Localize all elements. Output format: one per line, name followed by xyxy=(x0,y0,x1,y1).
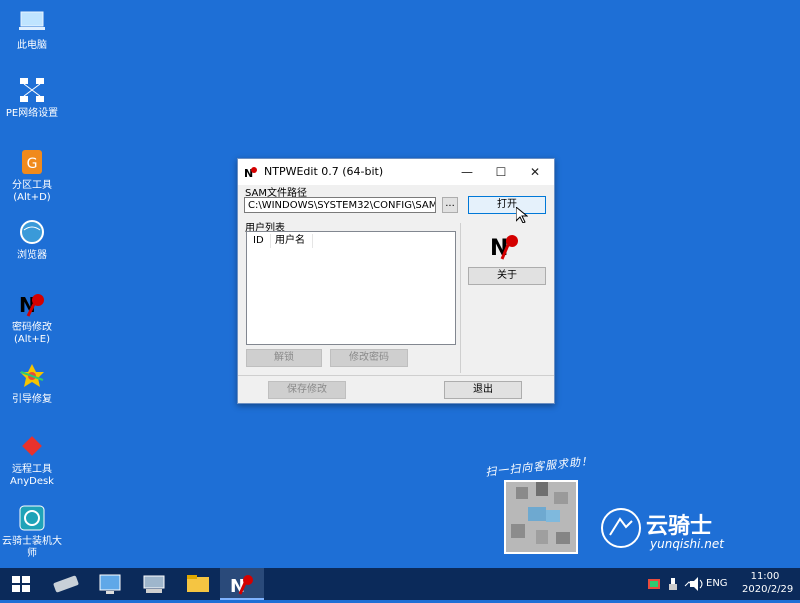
display-tray-icon[interactable] xyxy=(648,578,660,593)
usb-tray-icon[interactable] xyxy=(668,578,678,593)
windows-start-icon xyxy=(12,576,30,592)
desktop-icon-pe-network[interactable]: PE网络设置 xyxy=(0,76,64,120)
window-title: NTPWEdit 0.7 (64-bit) xyxy=(264,165,384,178)
maximize-button[interactable]: ☐ xyxy=(484,159,518,185)
minimize-icon: — xyxy=(461,165,473,179)
desktop-icon-hotkey: (Alt+E) xyxy=(13,334,51,345)
computer-icon xyxy=(18,8,46,36)
sam-path-input[interactable]: C:\WINDOWS\SYSTEM32\CONFIG\SAM xyxy=(244,197,436,213)
ntpwedit-icon: N xyxy=(18,290,46,318)
about-button[interactable]: 关于 xyxy=(468,267,546,285)
desktop-icon-boot-repair[interactable]: 引导修复 xyxy=(0,362,64,406)
qr-code xyxy=(504,480,578,554)
brand-url: yunqishi.net xyxy=(650,537,724,551)
clock-time: 11:00 xyxy=(750,571,780,582)
close-button[interactable]: ✕ xyxy=(518,159,552,185)
browse-button[interactable]: ... xyxy=(442,197,458,213)
support-arc-text: 扫一扫向客服求助！ xyxy=(484,454,594,479)
yunqishi-logo-icon xyxy=(600,507,642,549)
clock[interactable]: 11:00 2020/2/29 xyxy=(742,571,794,595)
taskbar-ntpwedit[interactable]: N xyxy=(220,568,264,600)
desktop-icon-partition[interactable]: G 分区工具 (Alt+D) xyxy=(0,148,64,204)
clock-date: 2020/2/29 xyxy=(742,584,794,595)
taskbar-disk-tool[interactable] xyxy=(44,568,88,600)
desktop-icon-this-pc[interactable]: 此电脑 xyxy=(0,8,64,52)
taskbar-file-explorer[interactable] xyxy=(176,568,220,600)
minimize-button[interactable]: — xyxy=(450,159,484,185)
volume-icon[interactable] xyxy=(686,577,706,594)
desktop-icon-browser[interactable]: 浏览器 xyxy=(0,218,64,262)
desktop-icon-label: 密码修改 xyxy=(12,322,52,333)
change-password-button[interactable]: 修改密码 xyxy=(330,349,408,367)
desktop-icon-sub: AnyDesk xyxy=(10,476,54,487)
brand-name: 云骑士 xyxy=(646,514,713,539)
save-changes-button[interactable]: 保存修改 xyxy=(268,381,346,399)
desktop-icon-label-2: 师 xyxy=(27,548,37,559)
desktop-icon-label: 浏览器 xyxy=(17,250,47,261)
desktop-icon-yunqishi[interactable]: 云骑士装机大 师 xyxy=(0,504,64,560)
device-manager-icon xyxy=(143,575,165,593)
close-icon: ✕ xyxy=(529,165,541,179)
divider-vertical xyxy=(460,223,461,373)
ntpwedit-logo-icon: N xyxy=(490,231,520,261)
desktop-icon-password-edit[interactable]: N 密码修改 (Alt+E) xyxy=(0,290,64,346)
desktop-icon-label: 分区工具 xyxy=(12,180,52,191)
divider-horizontal xyxy=(238,375,554,376)
desktop-icon-label: 此电脑 xyxy=(17,40,47,51)
monitor-icon xyxy=(99,574,121,594)
boot-repair-icon xyxy=(18,362,46,390)
browser-icon xyxy=(18,218,46,246)
desktop-icon-label: 引导修复 xyxy=(12,394,52,405)
open-button[interactable]: 打开 xyxy=(468,196,546,214)
desktop-icon-hotkey: (Alt+D) xyxy=(13,192,51,203)
anydesk-icon xyxy=(18,432,46,460)
desktop-icon-label: 云骑士装机大 xyxy=(2,536,62,547)
taskbar: N ENG 11:00 2020/2/29 xyxy=(0,568,800,600)
taskbar-control-panel[interactable] xyxy=(88,568,132,600)
desktop-icon-label: 远程工具 xyxy=(12,464,52,475)
folder-icon xyxy=(187,575,209,592)
mouse-cursor-icon xyxy=(515,205,529,224)
partition-icon: G xyxy=(18,148,46,176)
disk-icon xyxy=(53,575,79,593)
desktop-icon-anydesk[interactable]: 远程工具 AnyDesk xyxy=(0,432,64,488)
desktop-icon-label: PE网络设置 xyxy=(5,108,59,119)
column-header-username[interactable]: 用户名 xyxy=(271,234,313,248)
taskbar-device-manager[interactable] xyxy=(132,568,176,600)
network-icon xyxy=(18,76,46,104)
ntpwedit-app-icon: N xyxy=(244,165,258,180)
start-button[interactable] xyxy=(0,568,44,600)
column-header-id[interactable]: ID xyxy=(249,234,271,248)
title-bar[interactable]: N NTPWEdit 0.7 (64-bit) — ☐ ✕ xyxy=(238,159,554,185)
ntpwedit-window: N NTPWEdit 0.7 (64-bit) — ☐ ✕ SAM文件路径 C:… xyxy=(237,158,555,404)
maximize-icon: ☐ xyxy=(495,165,507,179)
language-indicator[interactable]: ENG xyxy=(706,578,728,589)
svg-text:G: G xyxy=(27,156,38,172)
unlock-button[interactable]: 解锁 xyxy=(246,349,322,367)
ntpwedit-icon: N xyxy=(230,575,253,597)
support-watermark: 扫一扫向客服求助！ 云骑士 yunqishi.net xyxy=(480,452,780,562)
yunqishi-icon xyxy=(18,504,46,532)
user-list[interactable]: ID 用户名 xyxy=(246,231,456,345)
exit-button[interactable]: 退出 xyxy=(444,381,522,399)
